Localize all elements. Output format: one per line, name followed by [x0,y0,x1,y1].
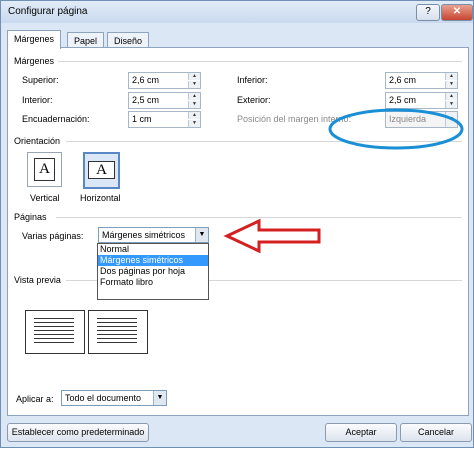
page-setup-dialog: Configurar página ? ✕ Márgenes Papel Dis… [0,0,474,448]
red-arrow-icon [223,218,321,254]
list-item[interactable]: Formato libro [98,277,208,288]
annotation-overlay [223,108,464,254]
tab-label: Márgenes [14,34,55,44]
list-item-selected[interactable]: Márgenes simétricos [98,255,208,266]
highlight-ellipse [328,108,464,150]
list-item[interactable]: Dos páginas por hoja [98,266,208,277]
tab-margenes[interactable]: Márgenes [7,30,62,49]
list-item[interactable]: Normal [98,244,208,255]
varias-paginas-listbox[interactable]: Normal Márgenes simétricos Dos páginas p… [97,243,209,300]
